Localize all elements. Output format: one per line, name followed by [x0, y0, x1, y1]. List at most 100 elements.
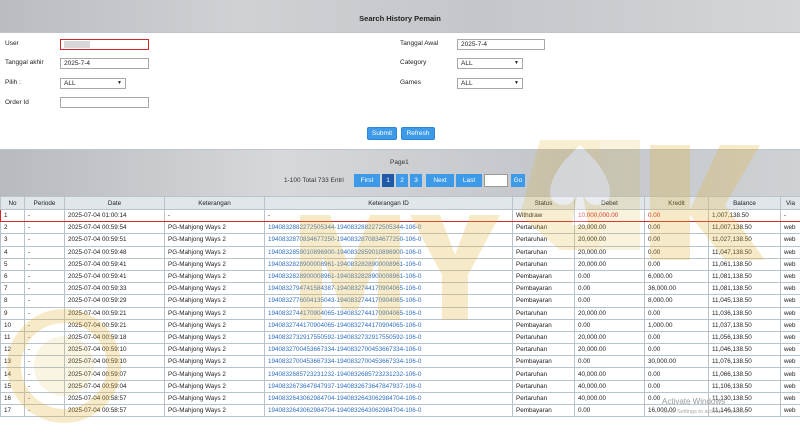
user-input[interactable] — [60, 39, 149, 50]
cell-via: web — [780, 233, 800, 247]
cell-via: web — [780, 343, 800, 357]
table-header-row: No Periode Date Keterangan Keterangan ID… — [0, 196, 800, 210]
cell-debet: 0.00 — [574, 318, 645, 332]
column-header-status[interactable]: Status — [512, 196, 575, 210]
cell-periode: - — [24, 257, 65, 271]
cell-date: 2025-07-04 01:00:14 — [64, 208, 165, 223]
tanggal-awal-label: Tanggal Awal — [400, 40, 439, 47]
column-header-keterangan[interactable]: Keterangan — [164, 196, 265, 210]
column-header-keterangan-id[interactable]: Keterangan ID — [264, 196, 513, 210]
last-page-button[interactable]: Last — [456, 174, 482, 187]
table-row: 3-2025-07-04 00:59:51 PG-Mahjong Ways 2 19… — [0, 233, 800, 247]
cell-keterangan-id[interactable]: 1940832744170904065-1940832744170904065-… — [264, 306, 513, 320]
cell-keterangan-id[interactable]: 1940832673647847937-1940832673647847937-… — [264, 379, 513, 393]
cell-via: web — [780, 282, 800, 296]
page-title: Search History Pemain — [359, 14, 441, 23]
cell-keterangan-id[interactable]: 1940832794741584387-1940832744170904065-… — [264, 282, 513, 296]
page-indicator: Page1 — [390, 159, 409, 166]
cell-keterangan-id[interactable]: 1940832685723231232-1940832685723231232-… — [264, 367, 513, 381]
cell-keterangan-id[interactable]: 1940832828900008961-1940832828900008961-… — [264, 269, 513, 284]
cell-no: 14 — [0, 367, 25, 381]
cell-via: web — [780, 367, 800, 381]
table-row: 7-2025-07-04 00:59:33 PG-Mahjong Ways 2 19… — [0, 282, 800, 296]
cell-periode: - — [24, 208, 65, 223]
column-header-balance[interactable]: Balance — [708, 196, 781, 210]
column-header-kredit[interactable]: Kredit — [644, 196, 709, 210]
cell-via: web — [780, 355, 800, 369]
cell-kredit: 0.00 — [644, 343, 709, 357]
table-row: 5-2025-07-04 00:59:41 PG-Mahjong Ways 2 19… — [0, 257, 800, 271]
cell-balance: 11,056,138.50 — [708, 330, 781, 345]
cell-via: - — [780, 208, 800, 223]
cell-keterangan: PG-Mahjong Ways 2 — [164, 367, 265, 381]
column-header-debet[interactable]: Debet — [574, 196, 645, 210]
order-id-input[interactable] — [60, 97, 149, 108]
page-number-input[interactable] — [484, 174, 508, 187]
cell-status: Pertaruhan — [512, 379, 575, 393]
column-header-no[interactable]: No — [0, 196, 25, 210]
cell-keterangan: PG-Mahjong Ways 2 — [164, 221, 265, 235]
cell-periode: - — [24, 403, 65, 418]
cell-keterangan-id[interactable]: 1940832776004135043-1940832744170904065-… — [264, 294, 513, 308]
table-row: 12-2025-07-04 00:59:10 PG-Mahjong Ways 21… — [0, 343, 800, 357]
cell-via: web — [780, 306, 800, 320]
pilih-select-value: ALL — [64, 80, 76, 87]
cell-kredit: 36,000.00 — [644, 282, 709, 296]
cell-kredit: 30,000.00 — [644, 355, 709, 369]
first-page-button[interactable]: First — [354, 174, 380, 187]
order-id-label: Order Id — [5, 99, 29, 106]
pilih-select[interactable]: ALL ▼ — [60, 78, 126, 89]
cell-no: 16 — [0, 391, 25, 406]
total-entries: 1-100 Total 733 Entri — [284, 177, 344, 184]
cell-periode: - — [24, 391, 65, 406]
cell-date: 2025-07-04 00:59:54 — [64, 221, 165, 235]
cell-keterangan-id[interactable]: 1940832828900008961-1940832828900008961-… — [264, 257, 513, 271]
cell-keterangan-id[interactable]: - — [264, 208, 513, 223]
cell-periode: - — [24, 294, 65, 308]
games-select[interactable]: ALL ▼ — [457, 78, 523, 89]
cell-kredit: 0.00 — [644, 330, 709, 345]
cell-keterangan-id[interactable]: 1940832643062984704-1940832643062984704-… — [264, 391, 513, 406]
cell-balance: 11,027,138.50 — [708, 233, 781, 247]
next-page-button[interactable]: Next — [426, 174, 454, 187]
tanggal-akhir-input[interactable]: 2025-7-4 — [60, 58, 149, 69]
page-2-button[interactable]: 2 — [396, 174, 408, 187]
cell-keterangan-id[interactable]: 1940832700453667334-1940832700453667334-… — [264, 355, 513, 369]
cell-no: 13 — [0, 355, 25, 369]
cell-keterangan-id[interactable]: 1940832870834677250-1940832870834677250-… — [264, 233, 513, 247]
cell-keterangan-id[interactable]: 1940832732917550592-1940832732917550592-… — [264, 330, 513, 345]
cell-via: web — [780, 379, 800, 393]
cell-keterangan-id[interactable]: 1940832643062984704-1940832643062984704-… — [264, 403, 513, 418]
cell-keterangan: PG-Mahjong Ways 2 — [164, 379, 265, 393]
cell-keterangan-id[interactable]: 1940832744170904065-1940832744170904065-… — [264, 318, 513, 332]
cell-kredit: 1,000.00 — [644, 318, 709, 332]
cell-keterangan-id[interactable]: 1940832859010896900-1940832859010896900-… — [264, 245, 513, 259]
cell-keterangan-id[interactable]: 1940832882272505344-1940832882272505344-… — [264, 221, 513, 235]
cell-kredit: 0.00 — [644, 233, 709, 247]
cell-no: 9 — [0, 306, 25, 320]
cell-date: 2025-07-04 00:59:10 — [64, 355, 165, 369]
go-button[interactable]: Go — [511, 174, 525, 187]
category-select[interactable]: ALL ▼ — [457, 58, 523, 69]
page-3-button[interactable]: 3 — [410, 174, 422, 187]
cell-via: web — [780, 318, 800, 332]
cell-date: 2025-07-04 00:59:33 — [64, 282, 165, 296]
refresh-button[interactable]: Refresh — [401, 127, 435, 140]
cell-keterangan: - — [164, 208, 265, 223]
chevron-down-icon: ▼ — [117, 80, 122, 86]
cell-status: Pertaruhan — [512, 343, 575, 357]
cell-no: 17 — [0, 403, 25, 418]
cell-status: Pertaruhan — [512, 257, 575, 271]
cell-balance: 11,036,138.50 — [708, 306, 781, 320]
cell-keterangan-id[interactable]: 1940832700453667334-1940832700453667334-… — [264, 343, 513, 357]
column-header-date[interactable]: Date — [64, 196, 165, 210]
column-header-periode[interactable]: Periode — [24, 196, 65, 210]
column-header-via[interactable]: Via — [780, 196, 800, 210]
page-1-button[interactable]: 1 — [382, 174, 394, 187]
cell-no: 3 — [0, 233, 25, 247]
cell-via: web — [780, 221, 800, 235]
table-row: 9-2025-07-04 00:59:21 PG-Mahjong Ways 2 19… — [0, 306, 800, 320]
tanggal-awal-input[interactable]: 2025-7-4 — [457, 39, 545, 50]
submit-button[interactable]: Submit — [367, 127, 397, 140]
cell-periode: - — [24, 282, 65, 296]
